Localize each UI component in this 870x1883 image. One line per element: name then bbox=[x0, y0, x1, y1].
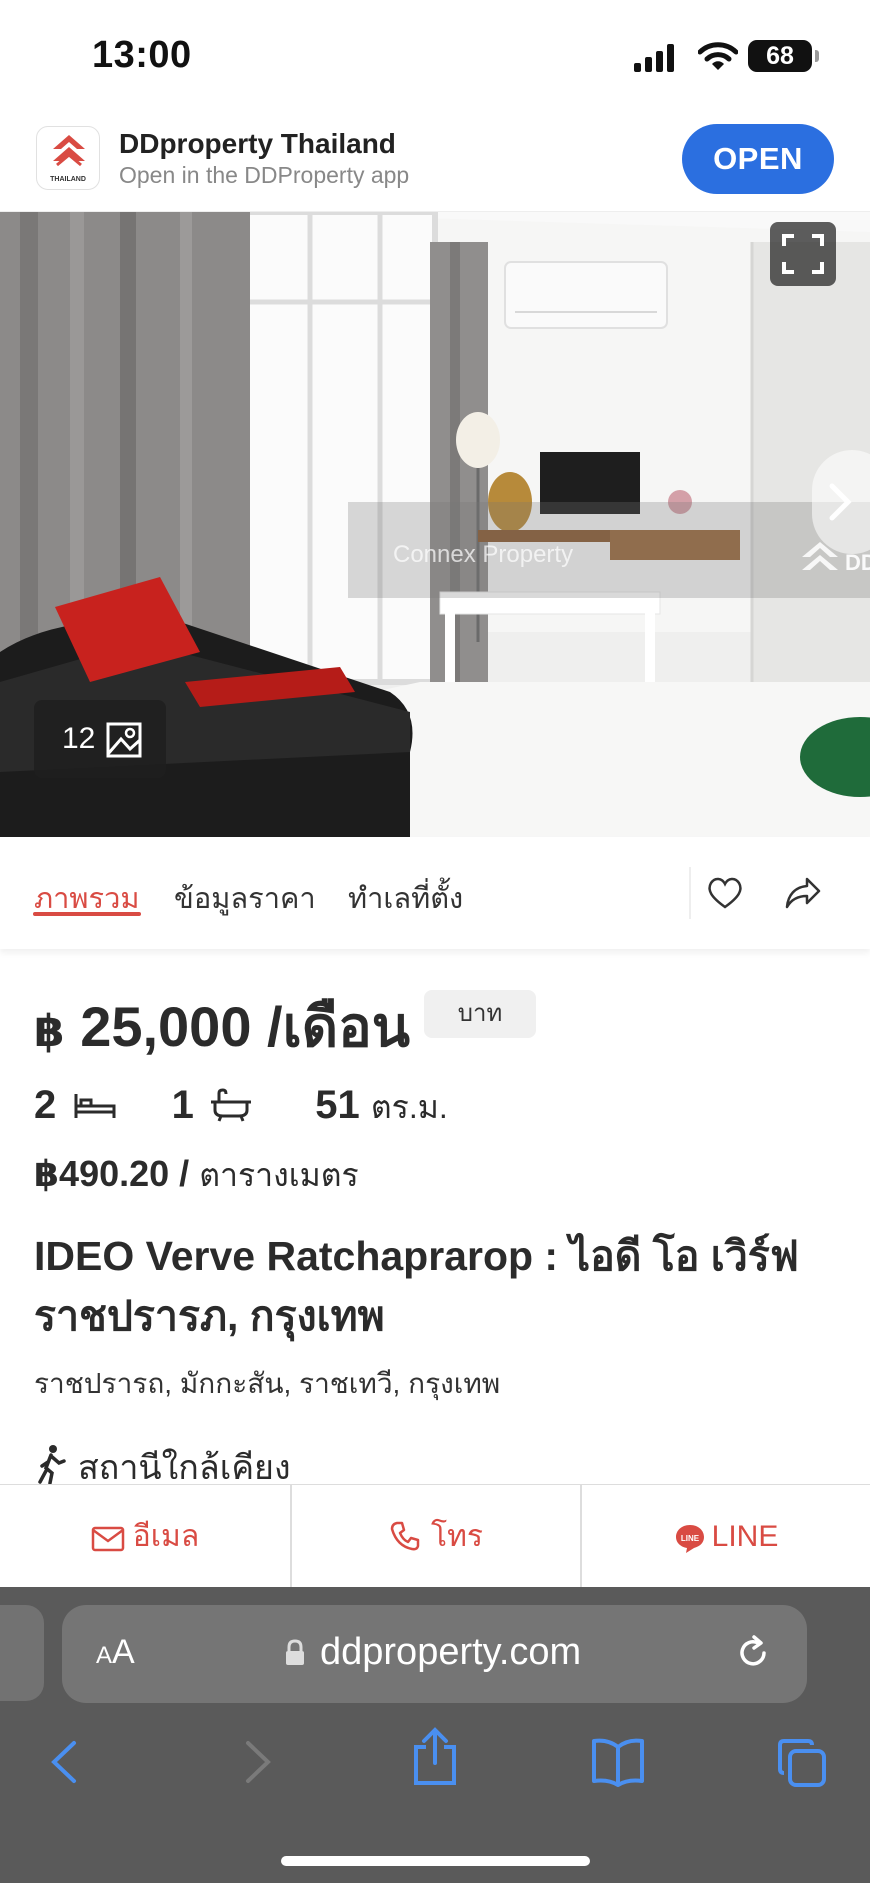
area-value: 51 bbox=[315, 1083, 360, 1127]
tab-price-info[interactable]: ข้อมูลราคา bbox=[174, 875, 316, 921]
price-per-sqm: ฿490.20 / ตารางเมตร bbox=[34, 1150, 359, 1201]
tabs-divider bbox=[689, 867, 691, 919]
bathroom-count: 1 bbox=[171, 1083, 194, 1127]
open-app-button[interactable]: OPEN bbox=[682, 124, 834, 194]
fullscreen-icon bbox=[782, 234, 824, 274]
email-icon bbox=[91, 1526, 125, 1552]
call-label: โทร bbox=[430, 1520, 483, 1553]
fullscreen-button[interactable] bbox=[770, 222, 836, 286]
ddproperty-logo: THAILAND bbox=[36, 126, 100, 190]
app-banner[interactable]: THAILAND DDproperty Thailand Open in the… bbox=[0, 118, 870, 212]
section-tabs: ภาพรวม ข้อมูลราคา ทำเลที่ตั้ง bbox=[0, 837, 870, 949]
line-label: LINE bbox=[711, 1520, 779, 1553]
status-bar: 13:00 68 bbox=[0, 0, 870, 118]
watermark-text: Connex Property bbox=[393, 541, 573, 568]
currency-unit-chip[interactable]: บาท bbox=[424, 990, 536, 1038]
call-button[interactable]: โทร bbox=[292, 1485, 580, 1588]
battery-indicator: 68 bbox=[748, 40, 819, 72]
wifi-icon bbox=[698, 42, 738, 70]
next-photo-button[interactable] bbox=[812, 450, 870, 554]
logo-text: THAILAND bbox=[50, 176, 86, 183]
ddproperty-logo-icon bbox=[53, 135, 85, 167]
lock-icon bbox=[286, 1639, 304, 1665]
email-button[interactable]: อีเมล bbox=[0, 1485, 290, 1588]
walking-person-icon bbox=[38, 1445, 66, 1484]
bedroom-count: 2 bbox=[34, 1083, 57, 1127]
contact-action-bar: อีเมล โทร LINE LINE bbox=[0, 1484, 870, 1588]
tab-location[interactable]: ทำเลที่ตั้ง bbox=[348, 875, 463, 921]
photo-count: 12 bbox=[62, 722, 96, 755]
bathtub-icon bbox=[211, 1088, 251, 1122]
listing-specs: 2 1 51 ตร.ม. bbox=[34, 1082, 448, 1133]
banner-subtitle: Open in the DDProperty app bbox=[119, 162, 410, 188]
share-icon[interactable] bbox=[410, 1727, 460, 1787]
address-bar[interactable]: AA ddproperty.com bbox=[62, 1605, 807, 1703]
photo-count-badge[interactable]: 12 bbox=[34, 700, 166, 778]
battery-level: 68 bbox=[766, 42, 794, 70]
chevron-right-icon bbox=[829, 483, 852, 521]
back-icon[interactable] bbox=[46, 1737, 86, 1787]
banner-title: DDproperty Thailand bbox=[119, 128, 396, 159]
favorite-heart-icon[interactable] bbox=[705, 873, 745, 913]
status-time: 13:00 bbox=[92, 34, 192, 76]
previous-tab-preview[interactable] bbox=[0, 1605, 44, 1701]
reader-text-size-button[interactable]: AA bbox=[96, 1633, 135, 1672]
price-per-sqm-value: ฿490.20 / bbox=[34, 1153, 190, 1194]
image-icon bbox=[106, 722, 142, 758]
home-indicator bbox=[281, 1856, 590, 1866]
line-button[interactable]: LINE LINE bbox=[582, 1485, 870, 1588]
share-icon[interactable] bbox=[783, 873, 823, 913]
tabs-icon[interactable] bbox=[776, 1737, 828, 1789]
listing-price: ฿ 25,000 /เดือน bbox=[34, 982, 410, 1071]
price-value: 25,000 /เดือน bbox=[80, 995, 411, 1058]
listing-address: ราชปรารถ, มักกะสัน, ราชเทวี, กรุงเทพ bbox=[34, 1368, 501, 1399]
url-domain: ddproperty.com bbox=[320, 1631, 582, 1673]
browser-toolbar: AA ddproperty.com bbox=[0, 1587, 870, 1883]
price-per-sqm-unit: ตารางเมตร bbox=[199, 1157, 359, 1193]
listing-title: IDEO Verve Ratchaprarop : ไอดี โอ เวิร์ฟ… bbox=[34, 1233, 799, 1339]
reload-icon[interactable] bbox=[734, 1633, 774, 1673]
bookmarks-icon[interactable] bbox=[590, 1737, 646, 1787]
forward-icon[interactable] bbox=[236, 1737, 276, 1787]
email-label: อีเมล bbox=[132, 1520, 200, 1553]
line-app-icon: LINE bbox=[675, 1525, 704, 1553]
currency-symbol: ฿ bbox=[34, 1007, 65, 1056]
area-unit: ตร.ม. bbox=[370, 1089, 448, 1125]
cellular-signal-icon bbox=[634, 44, 674, 72]
svg-text:LINE: LINE bbox=[681, 1534, 700, 1543]
phone-icon bbox=[390, 1521, 420, 1551]
bed-icon bbox=[74, 1094, 116, 1118]
active-tab-indicator bbox=[33, 912, 141, 916]
